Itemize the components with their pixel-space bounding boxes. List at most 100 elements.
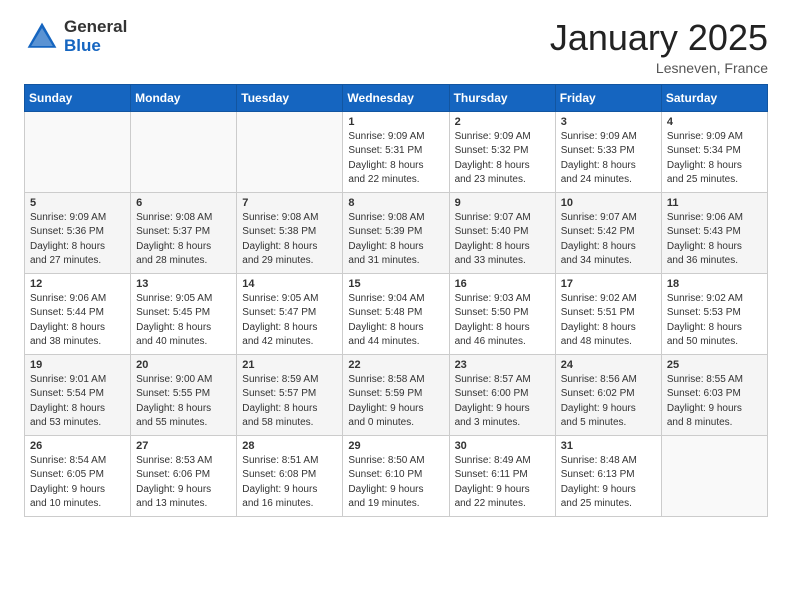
col-tuesday: Tuesday: [237, 84, 343, 111]
table-row: 30Sunrise: 8:49 AM Sunset: 6:11 PM Dayli…: [449, 435, 555, 516]
day-number: 13: [136, 278, 231, 290]
day-number: 3: [561, 116, 656, 128]
page: General Blue January 2025 Lesneven, Fran…: [0, 0, 792, 612]
table-row: 27 Sunrise: 8:53 AM Sunset: 6:06 PM Dayli…: [131, 435, 237, 516]
col-friday: Friday: [555, 84, 661, 111]
day-number: 10: [561, 197, 656, 209]
col-sunday: Sunday: [25, 84, 131, 111]
day-number: 25: [667, 359, 762, 371]
day-number: 26: [30, 440, 125, 452]
day-info: Sunrise: 8:51 AM Sunset: 6:08 PM Dayligh…: [242, 454, 337, 512]
day-number: 29: [348, 440, 443, 452]
day-info: Sunrise: 9:02 AM Sunset: 5:51 PM Dayligh…: [561, 292, 656, 350]
calendar-week-row: 1 Sunrise: 9:09 AM Sunset: 5:31 PM Daylig…: [25, 111, 768, 192]
day-number: 22: [348, 359, 443, 371]
day-number: 2: [455, 116, 550, 128]
calendar-week-row: 5Sunrise: 9:09 AM Sunset: 5:36 PM Daylig…: [25, 192, 768, 273]
day-number: 19: [30, 359, 125, 371]
calendar-week-row: 26Sunrise: 8:54 AM Sunset: 6:05 PM Dayli…: [25, 435, 768, 516]
logo-blue-text: Blue: [64, 37, 127, 56]
table-row: 19 Sunrise: 9:01 AM Sunset: 5:54 PM Dayli…: [25, 354, 131, 435]
day-number: 7: [242, 197, 337, 209]
day-number: 18: [667, 278, 762, 290]
day-number: 4: [667, 116, 762, 128]
calendar-week-row: 12 Sunrise: 9:06 AM Sunset: 5:44 PM Dayli…: [25, 273, 768, 354]
table-row: 6 Sunrise: 9:08 AM Sunset: 5:37 PM Daylig…: [131, 192, 237, 273]
col-thursday: Thursday: [449, 84, 555, 111]
day-info: Sunrise: 9:09 AM Sunset: 5:34 PM Dayligh…: [667, 130, 762, 188]
location-subtitle: Lesneven, France: [550, 60, 768, 76]
table-row: 5Sunrise: 9:09 AM Sunset: 5:36 PM Daylig…: [25, 192, 131, 273]
table-row: 28Sunrise: 8:51 AM Sunset: 6:08 PM Dayli…: [237, 435, 343, 516]
day-info: Sunrise: 9:05 AM Sunset: 5:47 PM Dayligh…: [242, 292, 337, 350]
logo-general-text: General: [64, 18, 127, 37]
day-number: 21: [242, 359, 337, 371]
day-number: 23: [455, 359, 550, 371]
day-number: 6: [136, 197, 231, 209]
table-row: 21 Sunrise: 8:59 AM Sunset: 5:57 PM Dayli…: [237, 354, 343, 435]
day-number: 14: [242, 278, 337, 290]
day-info: Sunrise: 9:01 AM Sunset: 5:54 PM Dayligh…: [30, 373, 125, 431]
day-info: Sunrise: 9:05 AM Sunset: 5:45 PM Dayligh…: [136, 292, 231, 350]
table-row: 2Sunrise: 9:09 AM Sunset: 5:32 PM Daylig…: [449, 111, 555, 192]
day-number: 24: [561, 359, 656, 371]
table-row: 4 Sunrise: 9:09 AM Sunset: 5:34 PM Daylig…: [661, 111, 767, 192]
day-info: Sunrise: 8:59 AM Sunset: 5:57 PM Dayligh…: [242, 373, 337, 431]
logo-text: General Blue: [64, 18, 127, 55]
table-row: 8 Sunrise: 9:08 AM Sunset: 5:39 PM Daylig…: [343, 192, 449, 273]
table-row: 15 Sunrise: 9:04 AM Sunset: 5:48 PM Dayli…: [343, 273, 449, 354]
table-row: [131, 111, 237, 192]
day-info: Sunrise: 9:06 AM Sunset: 5:44 PM Dayligh…: [30, 292, 125, 350]
day-number: 12: [30, 278, 125, 290]
day-info: Sunrise: 9:07 AM Sunset: 5:40 PM Dayligh…: [455, 211, 550, 269]
table-row: 11Sunrise: 9:06 AM Sunset: 5:43 PM Dayli…: [661, 192, 767, 273]
day-info: Sunrise: 8:53 AM Sunset: 6:06 PM Dayligh…: [136, 454, 231, 512]
day-number: 16: [455, 278, 550, 290]
calendar-table: Sunday Monday Tuesday Wednesday Thursday…: [24, 84, 768, 517]
day-info: Sunrise: 8:50 AM Sunset: 6:10 PM Dayligh…: [348, 454, 443, 512]
title-block: January 2025 Lesneven, France: [550, 18, 768, 76]
table-row: 18 Sunrise: 9:02 AM Sunset: 5:53 PM Dayli…: [661, 273, 767, 354]
table-row: 31Sunrise: 8:48 AM Sunset: 6:13 PM Dayli…: [555, 435, 661, 516]
day-info: Sunrise: 9:06 AM Sunset: 5:43 PM Dayligh…: [667, 211, 762, 269]
table-row: 22Sunrise: 8:58 AM Sunset: 5:59 PM Dayli…: [343, 354, 449, 435]
table-row: 12 Sunrise: 9:06 AM Sunset: 5:44 PM Dayli…: [25, 273, 131, 354]
table-row: 3Sunrise: 9:09 AM Sunset: 5:33 PM Daylig…: [555, 111, 661, 192]
day-number: 1: [348, 116, 443, 128]
day-info: Sunrise: 9:04 AM Sunset: 5:48 PM Dayligh…: [348, 292, 443, 350]
day-info: Sunrise: 9:09 AM Sunset: 5:31 PM Dayligh…: [348, 130, 443, 188]
day-info: Sunrise: 9:07 AM Sunset: 5:42 PM Dayligh…: [561, 211, 656, 269]
day-info: Sunrise: 8:48 AM Sunset: 6:13 PM Dayligh…: [561, 454, 656, 512]
table-row: 7Sunrise: 9:08 AM Sunset: 5:38 PM Daylig…: [237, 192, 343, 273]
day-number: 8: [348, 197, 443, 209]
day-info: Sunrise: 9:03 AM Sunset: 5:50 PM Dayligh…: [455, 292, 550, 350]
table-row: 16 Sunrise: 9:03 AM Sunset: 5:50 PM Dayli…: [449, 273, 555, 354]
table-row: 17Sunrise: 9:02 AM Sunset: 5:51 PM Dayli…: [555, 273, 661, 354]
day-number: 27: [136, 440, 231, 452]
day-number: 9: [455, 197, 550, 209]
day-info: Sunrise: 8:55 AM Sunset: 6:03 PM Dayligh…: [667, 373, 762, 431]
table-row: 29 Sunrise: 8:50 AM Sunset: 6:10 PM Dayli…: [343, 435, 449, 516]
calendar-header-row: Sunday Monday Tuesday Wednesday Thursday…: [25, 84, 768, 111]
table-row: [25, 111, 131, 192]
table-row: 23 Sunrise: 8:57 AM Sunset: 6:00 PM Dayli…: [449, 354, 555, 435]
calendar-week-row: 19 Sunrise: 9:01 AM Sunset: 5:54 PM Dayli…: [25, 354, 768, 435]
day-info: Sunrise: 8:56 AM Sunset: 6:02 PM Dayligh…: [561, 373, 656, 431]
table-row: 25 Sunrise: 8:55 AM Sunset: 6:03 PM Dayli…: [661, 354, 767, 435]
table-row: [237, 111, 343, 192]
col-wednesday: Wednesday: [343, 84, 449, 111]
day-info: Sunrise: 9:02 AM Sunset: 5:53 PM Dayligh…: [667, 292, 762, 350]
table-row: 13 Sunrise: 9:05 AM Sunset: 5:45 PM Dayli…: [131, 273, 237, 354]
day-info: Sunrise: 8:49 AM Sunset: 6:11 PM Dayligh…: [455, 454, 550, 512]
day-number: 15: [348, 278, 443, 290]
table-row: 24 Sunrise: 8:56 AM Sunset: 6:02 PM Dayli…: [555, 354, 661, 435]
logo: General Blue: [24, 18, 127, 55]
header: General Blue January 2025 Lesneven, Fran…: [24, 18, 768, 76]
col-monday: Monday: [131, 84, 237, 111]
day-info: Sunrise: 9:08 AM Sunset: 5:39 PM Dayligh…: [348, 211, 443, 269]
day-number: 5: [30, 197, 125, 209]
table-row: 20Sunrise: 9:00 AM Sunset: 5:55 PM Dayli…: [131, 354, 237, 435]
table-row: 1 Sunrise: 9:09 AM Sunset: 5:31 PM Daylig…: [343, 111, 449, 192]
day-info: Sunrise: 9:08 AM Sunset: 5:37 PM Dayligh…: [136, 211, 231, 269]
day-info: Sunrise: 8:57 AM Sunset: 6:00 PM Dayligh…: [455, 373, 550, 431]
